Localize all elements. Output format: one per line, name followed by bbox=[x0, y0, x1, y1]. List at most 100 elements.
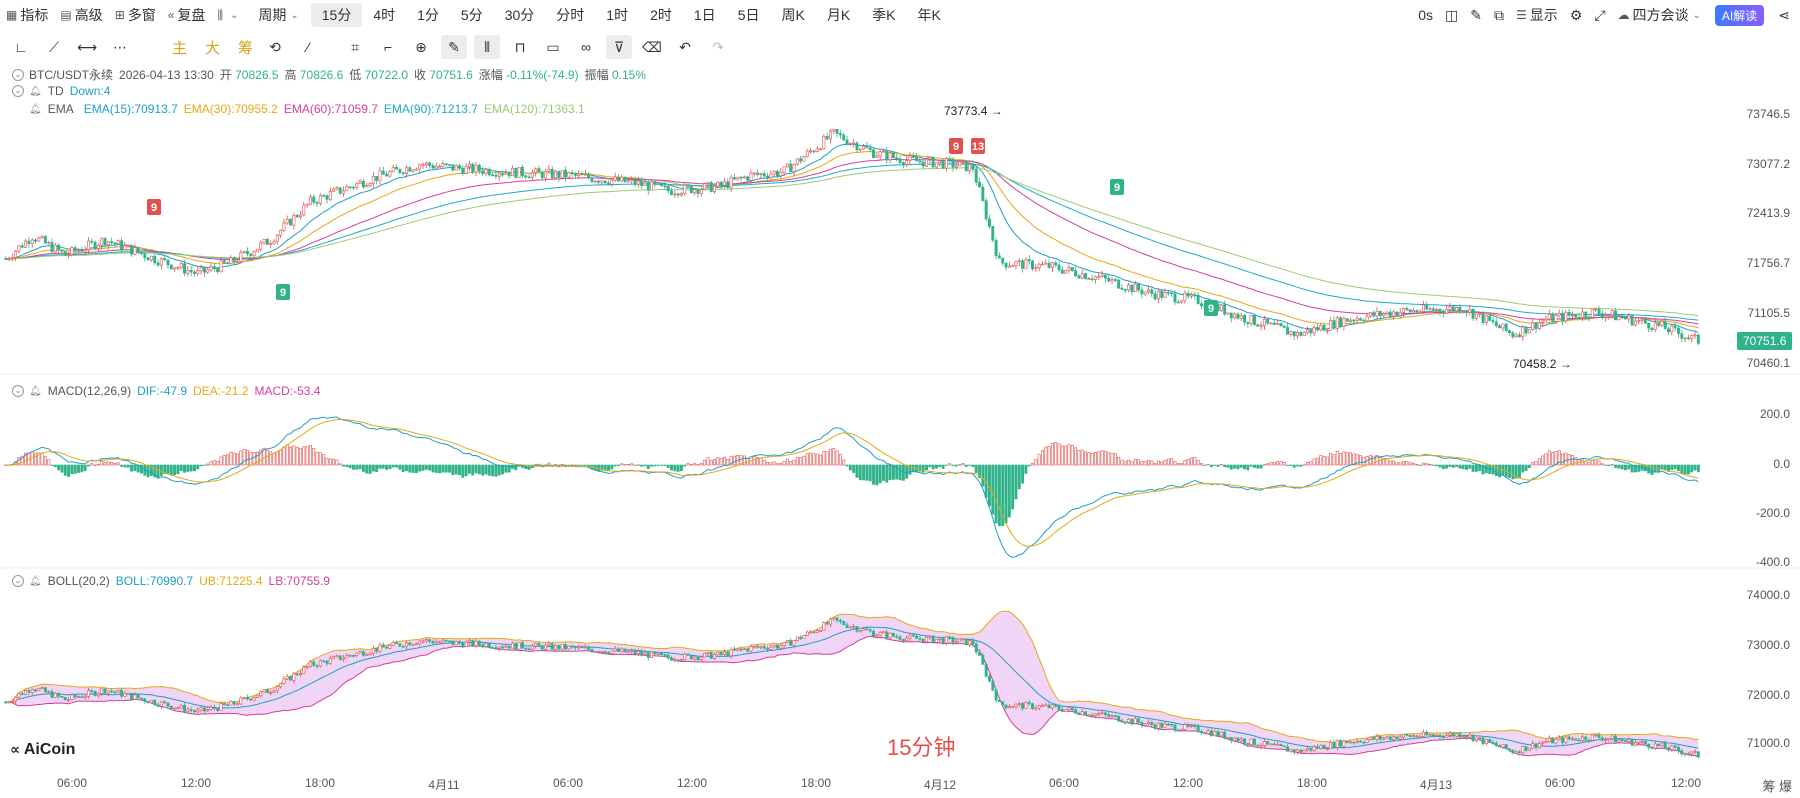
horizontal-line-tool-icon[interactable]: ⟷ bbox=[74, 35, 100, 59]
candle bbox=[709, 182, 713, 193]
boll-candle bbox=[176, 707, 180, 710]
tab-period-10[interactable]: 周K bbox=[770, 3, 815, 27]
tab-period-7[interactable]: 2时 bbox=[639, 3, 683, 27]
tab-period-0[interactable]: 15分 bbox=[310, 3, 363, 27]
macd-bar bbox=[130, 464, 133, 472]
advanced-button[interactable]: ▤ 高级 bbox=[54, 3, 108, 27]
tab-period-8[interactable]: 1日 bbox=[683, 3, 727, 27]
candle bbox=[1074, 270, 1078, 277]
boll-candle bbox=[656, 652, 660, 655]
share-icon[interactable]: ⋖ bbox=[1772, 3, 1800, 27]
candle bbox=[742, 176, 746, 179]
candle bbox=[431, 165, 435, 169]
candle bbox=[915, 157, 919, 162]
pen-tool-icon[interactable]: ✎ bbox=[441, 35, 468, 59]
sync-icon[interactable]: ⟲ bbox=[262, 35, 288, 59]
macd-bar bbox=[1272, 462, 1276, 466]
chips-tag[interactable]: 筹 bbox=[238, 37, 253, 58]
macd-bar bbox=[573, 464, 577, 466]
collapse-toggle-icon[interactable]: ⌄ bbox=[12, 68, 24, 81]
more-tools-icon[interactable]: ⋯ bbox=[107, 35, 133, 59]
boll-candle bbox=[941, 638, 945, 644]
macd-bar bbox=[1567, 453, 1571, 466]
magnet-icon[interactable]: ⊕ bbox=[408, 35, 434, 59]
fullscreen-icon[interactable]: ⤢ bbox=[1588, 3, 1611, 27]
macd-bar bbox=[527, 464, 531, 470]
tab-period-5[interactable]: 分时 bbox=[545, 3, 595, 27]
candle bbox=[1239, 315, 1243, 319]
brush-icon[interactable]: ⁄ bbox=[295, 35, 321, 59]
boll-candle bbox=[308, 661, 312, 667]
td-label[interactable]: TD bbox=[48, 84, 64, 98]
crop-icon[interactable]: ⌗ bbox=[342, 35, 368, 59]
candle bbox=[1630, 315, 1634, 326]
bar-tool-icon[interactable]: ⦀ bbox=[474, 35, 501, 59]
display-button[interactable]: ☰ 显示 bbox=[1510, 3, 1564, 27]
macd-bar bbox=[1498, 464, 1502, 478]
tab-period-12[interactable]: 季K bbox=[861, 3, 906, 27]
note-icon[interactable]: ▭ bbox=[540, 35, 566, 59]
camera-icon[interactable]: ◫ bbox=[1439, 3, 1464, 27]
macd-bar bbox=[166, 464, 170, 475]
boll-candle bbox=[746, 648, 750, 652]
boll-candle bbox=[1236, 737, 1240, 742]
tab-period-11[interactable]: 月K bbox=[816, 3, 861, 27]
layout-dropdown[interactable]: ☁ 四方会谈 ⌄ bbox=[1612, 3, 1707, 27]
macd-bar bbox=[1465, 464, 1468, 470]
tab-period-4[interactable]: 30分 bbox=[494, 3, 546, 27]
gear-icon[interactable]: ⚙ bbox=[1564, 3, 1589, 27]
big-order-tag[interactable]: 大 bbox=[205, 37, 220, 58]
collapse-toggle-icon[interactable]: ⌄ bbox=[12, 575, 24, 587]
macd-label[interactable]: MACD(12,26,9) bbox=[48, 384, 131, 398]
tab-period-6[interactable]: 1时 bbox=[595, 3, 639, 27]
bell-icon[interactable]: 🔔︎ bbox=[29, 576, 42, 587]
macd-bar bbox=[100, 461, 104, 466]
macd-bar bbox=[795, 457, 799, 466]
ai-interpret-button[interactable]: AI解读 bbox=[1714, 4, 1765, 26]
chart-type-button[interactable]: ⫼ ⌄ bbox=[211, 3, 244, 27]
trash-icon[interactable]: ⌫ bbox=[639, 35, 665, 59]
trend-line-tool-icon[interactable]: ⟋ bbox=[41, 35, 67, 59]
candle bbox=[1147, 289, 1150, 293]
link-icon[interactable]: ∞ bbox=[573, 35, 599, 59]
macd-bar bbox=[352, 464, 355, 470]
bell-icon[interactable]: 🔔︎ bbox=[29, 386, 42, 397]
footer-tools[interactable]: 筹 爆 bbox=[1762, 776, 1792, 795]
replay-button[interactable]: «复盘 bbox=[162, 3, 212, 27]
tab-period-13[interactable]: 年K bbox=[907, 3, 952, 27]
macd-bar bbox=[928, 464, 932, 468]
indicator-button[interactable]: ▦ 指标 bbox=[0, 3, 54, 27]
lock-icon[interactable]: ⊓ bbox=[507, 35, 533, 59]
tab-period-3[interactable]: 5分 bbox=[450, 3, 494, 27]
macd-bar bbox=[1113, 453, 1117, 466]
collapse-toggle-icon[interactable]: ⌄ bbox=[12, 85, 24, 97]
boll-candle bbox=[375, 648, 379, 652]
boll-label[interactable]: BOLL(20,2) bbox=[48, 574, 110, 588]
tab-period-2[interactable]: 1分 bbox=[406, 3, 450, 27]
angle-line-tool-icon[interactable]: ∟ bbox=[8, 35, 34, 59]
boll-candle bbox=[1190, 725, 1193, 727]
macd-bar bbox=[961, 463, 965, 466]
macd-bar bbox=[315, 451, 319, 466]
period-dropdown[interactable]: 周期 ⌄ bbox=[252, 3, 304, 27]
price-chart-canvas[interactable]: 999 1399 bbox=[0, 0, 1800, 798]
boll-candle bbox=[954, 641, 958, 643]
logo-text: AiCoin bbox=[23, 741, 76, 758]
tab-period-1[interactable]: 4时 bbox=[362, 3, 406, 27]
ruler-icon[interactable]: ⌐ bbox=[375, 35, 401, 59]
pen-icon[interactable]: ✎ bbox=[1464, 3, 1488, 27]
tab-period-9[interactable]: 5日 bbox=[727, 3, 771, 27]
main-force-tag[interactable]: 主 bbox=[172, 37, 187, 58]
filter-icon[interactable]: ⊽ bbox=[606, 35, 633, 59]
redo-icon[interactable]: ↷ bbox=[705, 35, 731, 59]
ema-label[interactable]: EMA bbox=[48, 102, 74, 116]
share-window-icon[interactable]: ⧉ bbox=[1488, 3, 1510, 27]
macd-bar bbox=[1239, 464, 1243, 468]
undo-icon[interactable]: ↶ bbox=[672, 35, 698, 59]
macd-bar bbox=[348, 464, 352, 469]
collapse-toggle-icon[interactable]: ⌄ bbox=[12, 385, 24, 397]
multi-window-button[interactable]: ⊞ 多窗 bbox=[109, 3, 162, 27]
candle bbox=[713, 185, 716, 193]
bell-icon[interactable]: 🔔︎ bbox=[29, 104, 42, 115]
bell-icon[interactable]: 🔔︎ bbox=[29, 86, 42, 97]
